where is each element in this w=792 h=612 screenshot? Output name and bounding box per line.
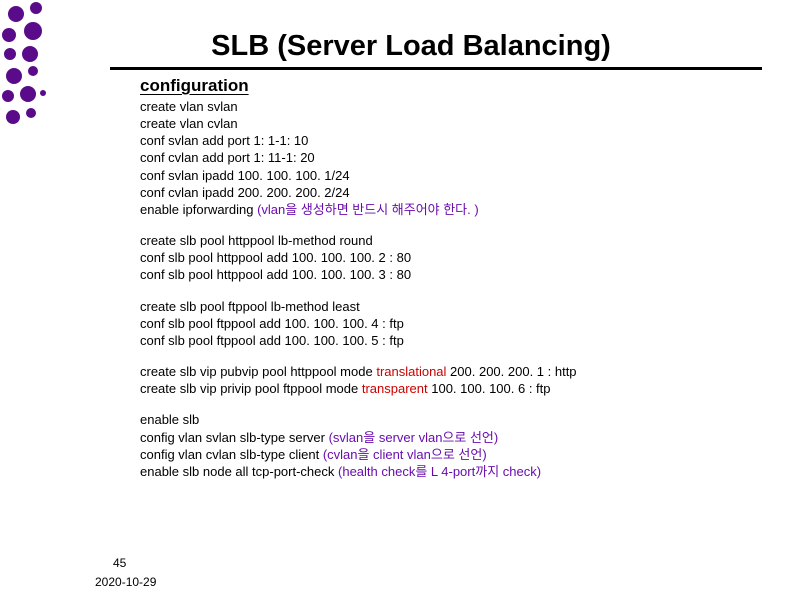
config-block-5: enable slb config vlan svlan slb-type se…: [140, 411, 752, 480]
footer-date: 2020-10-29: [95, 573, 156, 592]
cmd-line: create slb pool httppool lb-method round: [140, 232, 752, 249]
cmd-line: config vlan cvlan slb-type client (cvlan…: [140, 446, 752, 463]
decorative-dots: [0, 0, 70, 612]
cmd-line: enable slb node all tcp-port-check (heal…: [140, 463, 752, 480]
cmd-line: conf svlan ipadd 100. 100. 100. 1/24: [140, 167, 752, 184]
cmd-line: enable slb: [140, 411, 752, 428]
config-block-3: create slb pool ftppool lb-method least …: [140, 298, 752, 349]
cmd-line: conf slb pool httppool add 100. 100. 100…: [140, 266, 752, 283]
cmd-line: conf slb pool ftppool add 100. 100. 100.…: [140, 315, 752, 332]
config-block-4: create slb vip pubvip pool httppool mode…: [140, 363, 752, 397]
config-block-2: create slb pool httppool lb-method round…: [140, 232, 752, 283]
cmd-line: conf cvlan add port 1: 11-1: 20: [140, 149, 752, 166]
cmd-line: create slb pool ftppool lb-method least: [140, 298, 752, 315]
cmd-text: config vlan cvlan slb-type client: [140, 447, 323, 462]
cmd-keyword: transparent: [362, 381, 428, 396]
config-block-1: create vlan svlan create vlan cvlan conf…: [140, 98, 752, 218]
cmd-keyword: translational: [376, 364, 446, 379]
cmd-line: conf slb pool ftppool add 100. 100. 100.…: [140, 332, 752, 349]
cmd-note: (vlan을 생성하면 반드시 해주어야 한다. ): [257, 202, 479, 217]
cmd-text: enable ipforwarding: [140, 202, 257, 217]
title-underline: [110, 67, 762, 70]
slide-footer: 45 2020-10-29: [95, 554, 156, 592]
cmd-text: config vlan svlan slb-type server: [140, 430, 329, 445]
page-number: 45: [113, 554, 156, 573]
cmd-line: create vlan svlan: [140, 98, 752, 115]
cmd-line: config vlan svlan slb-type server (svlan…: [140, 429, 752, 446]
cmd-line: create slb vip pubvip pool httppool mode…: [140, 363, 752, 380]
cmd-line: conf cvlan ipadd 200. 200. 200. 2/24: [140, 184, 752, 201]
cmd-text: create slb vip pubvip pool httppool mode: [140, 364, 376, 379]
cmd-text: 200. 200. 200. 1 : http: [446, 364, 576, 379]
cmd-line: create vlan cvlan: [140, 115, 752, 132]
cmd-line: conf slb pool httppool add 100. 100. 100…: [140, 249, 752, 266]
cmd-line: conf svlan add port 1: 1-1: 10: [140, 132, 752, 149]
cmd-text: 100. 100. 100. 6 : ftp: [428, 381, 551, 396]
cmd-text: enable slb node all tcp-port-check: [140, 464, 338, 479]
cmd-line: create slb vip privip pool ftppool mode …: [140, 380, 752, 397]
cmd-line: enable ipforwarding (vlan을 생성하면 반드시 해주어야…: [140, 201, 752, 218]
cmd-note: (svlan을 server vlan으로 선언): [329, 430, 499, 445]
cmd-note: (cvlan을 client vlan으로 선언): [323, 447, 487, 462]
cmd-note: (health check를 L 4-port까지 check): [338, 464, 541, 479]
cmd-text: create slb vip privip pool ftppool mode: [140, 381, 362, 396]
page-title: SLB (Server Load Balancing): [70, 30, 752, 63]
section-subtitle: configuration: [140, 76, 752, 96]
slide-content: SLB (Server Load Balancing) configuratio…: [70, 0, 792, 612]
